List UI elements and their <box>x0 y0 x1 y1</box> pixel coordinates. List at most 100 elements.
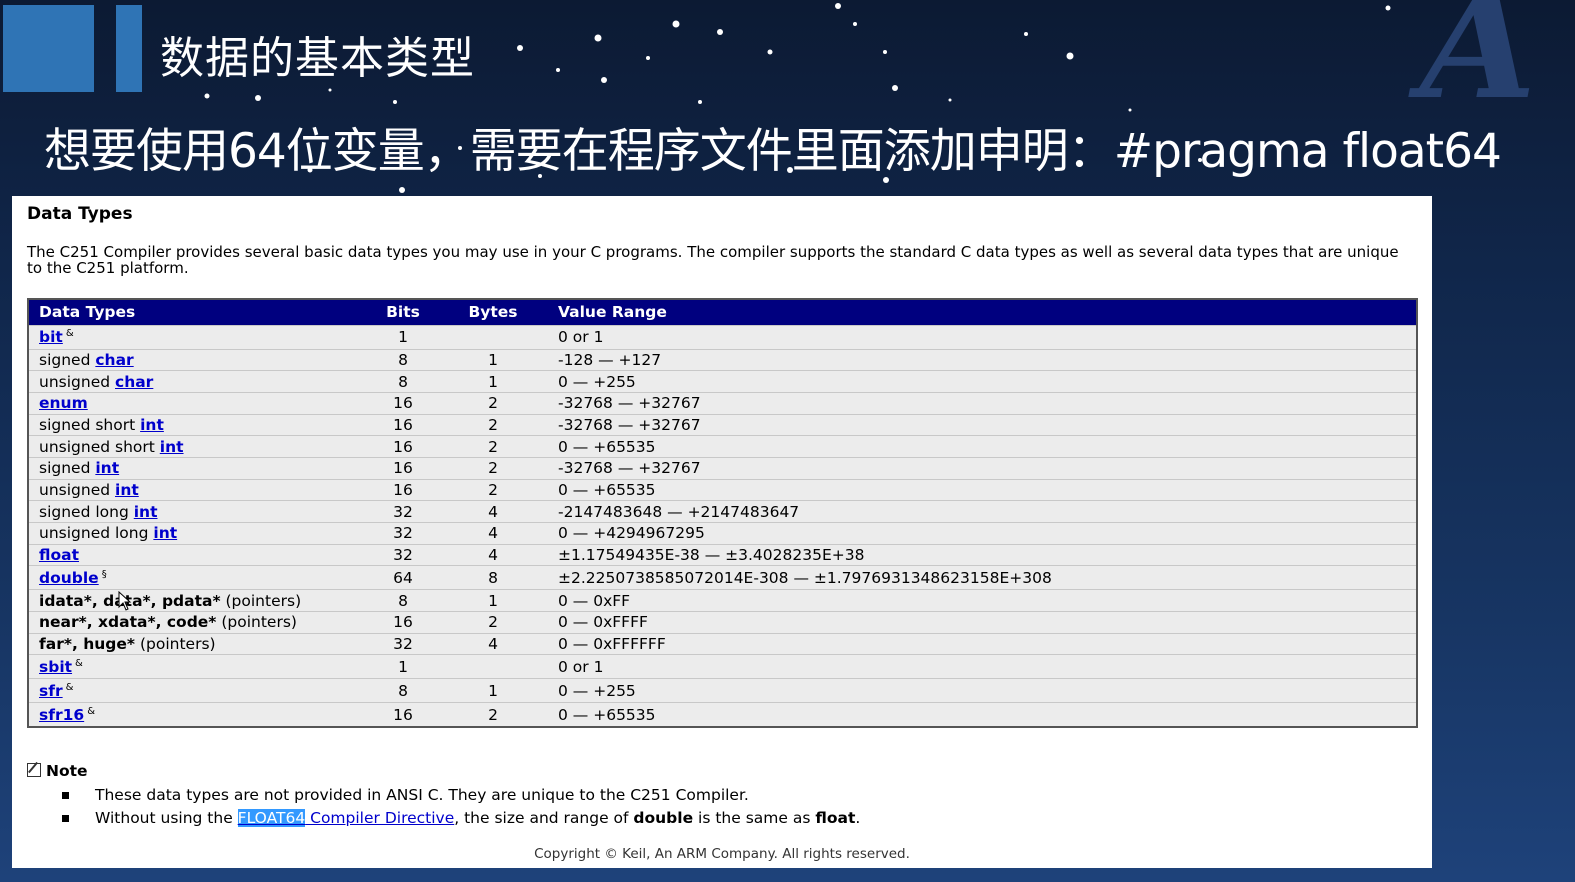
type-cell: signed short int <box>28 413 368 436</box>
type-link[interactable]: int <box>95 459 119 477</box>
column-header: Value Range <box>548 299 1417 325</box>
table-row: double § 64 8 ±2.2250738585072014E-308 — ±1.… <box>28 565 1417 590</box>
range-cell: -2147483648 — +2147483647 <box>548 500 1417 523</box>
keyword-float: float <box>815 809 856 827</box>
bytes-cell: 2 <box>438 456 548 480</box>
type-cell: idata*, data*, pdata* (pointers) <box>28 589 368 612</box>
table-row: signed char 8 1 -128 — +127 <box>28 348 1417 371</box>
bytes-cell: 4 <box>438 632 548 655</box>
type-suffix: (pointers) <box>216 613 297 632</box>
type-prefix: unsigned long <box>39 524 154 543</box>
type-prefix: signed long <box>39 502 134 521</box>
type-link[interactable]: char <box>115 373 153 391</box>
table-row: signed int 16 2 -32768 — +32767 <box>28 456 1417 480</box>
type-suffix: (pointers) <box>135 635 216 654</box>
type-cell: near*, xdata*, code* (pointers) <box>28 611 368 634</box>
type-cell: float <box>28 543 368 566</box>
footnote-marker: & <box>65 681 74 693</box>
type-link[interactable]: int <box>140 416 164 434</box>
bits-cell: 8 <box>368 589 438 612</box>
type-link[interactable]: double <box>39 569 99 587</box>
type-link[interactable]: int <box>134 503 158 521</box>
type-cell: signed char <box>28 348 368 371</box>
bytes-cell: 2 <box>438 413 548 436</box>
footnote-marker: & <box>75 657 83 669</box>
range-cell: 0 — +65535 <box>548 478 1417 501</box>
type-cell: unsigned long int <box>28 522 368 545</box>
bytes-cell: 4 <box>438 522 548 545</box>
slide-title: 数据的基本类型 <box>160 33 475 84</box>
range-cell: 0 — +255 <box>548 678 1417 703</box>
type-link[interactable]: int <box>153 524 177 542</box>
table-row: bit & 1 0 or 1 <box>28 324 1417 349</box>
bits-cell: 32 <box>368 522 438 545</box>
type-cell: enum <box>28 391 368 415</box>
type-link[interactable]: sbit <box>39 658 72 676</box>
type-link[interactable]: char <box>95 351 133 369</box>
table-row: sbit & 1 0 or 1 <box>28 654 1417 679</box>
bits-cell: 1 <box>368 654 438 679</box>
mouse-cursor-icon <box>118 591 132 611</box>
footnote-marker: § <box>101 568 107 580</box>
table-row: sfr & 8 1 0 — +255 <box>28 678 1417 703</box>
type-link[interactable]: bit <box>39 328 63 346</box>
note-item-text: , the size and range of <box>454 809 634 827</box>
footnote-marker: & <box>65 328 74 339</box>
bits-cell: 32 <box>368 543 438 566</box>
bytes-cell <box>438 654 548 679</box>
float64-directive-link[interactable]: FLOAT64 Compiler Directive <box>237 809 454 827</box>
note-item-text: . <box>855 809 861 827</box>
type-cell: sfr & <box>28 678 368 703</box>
slide-subtitle: 想要使用64位变量，需要在程序文件里面添加申明：#pragma float64 <box>44 124 1502 179</box>
footnote-marker: & <box>87 705 95 717</box>
type-cell: far*, huge* (pointers) <box>28 632 368 655</box>
note-item-text: Without using the <box>95 809 238 827</box>
note-label: Note <box>46 762 88 780</box>
note-pencil-icon <box>27 763 41 777</box>
range-cell: 0 or 1 <box>548 654 1417 679</box>
bits-cell: 8 <box>368 370 438 393</box>
type-link[interactable]: enum <box>39 394 88 412</box>
type-cell: sbit & <box>28 654 368 679</box>
type-cell: unsigned char <box>28 370 368 393</box>
type-link[interactable]: float <box>39 546 79 564</box>
bytes-cell: 8 <box>438 565 548 590</box>
type-keywords: far*, huge* <box>39 635 136 654</box>
copyright-footer: Copyright © Keil, An ARM Company. All ri… <box>534 846 910 862</box>
table-row: signed long int 32 4 -2147483648 — +2147483… <box>28 500 1417 523</box>
note-item-text: is the same as <box>693 809 816 827</box>
bytes-cell: 2 <box>438 611 548 634</box>
keyword-double: double <box>633 809 694 827</box>
bits-cell: 16 <box>368 435 438 458</box>
type-link[interactable]: sfr16 <box>39 706 84 724</box>
type-link[interactable]: int <box>160 438 184 456</box>
type-cell: signed long int <box>28 500 368 523</box>
bytes-cell <box>438 324 548 349</box>
type-prefix: signed short <box>39 415 141 434</box>
selected-link-text: FLOAT64 <box>237 809 306 827</box>
bits-cell: 16 <box>368 611 438 634</box>
table-row: signed short int 16 2 -32768 — +32767 <box>28 413 1417 436</box>
range-cell: 0 — +65535 <box>548 702 1417 727</box>
bytes-cell: 4 <box>438 500 548 523</box>
bits-cell: 16 <box>368 478 438 501</box>
table-row: float 32 4 ±1.17549435E-38 — ±3.4028235E+38 <box>28 543 1417 566</box>
accent-square-large <box>3 5 94 92</box>
bytes-cell: 2 <box>438 702 548 727</box>
table-row: sfr16 & 16 2 0 — +65535 <box>28 702 1417 727</box>
type-link[interactable]: sfr <box>39 682 63 700</box>
bits-cell: 16 <box>368 456 438 480</box>
table-header-row: Data Types Bits Bytes Value Range <box>28 299 1417 325</box>
type-cell: signed int <box>28 456 368 480</box>
bits-cell: 32 <box>368 500 438 523</box>
note-heading: Note <box>27 762 88 780</box>
doc-heading: Data Types <box>27 204 133 224</box>
bytes-cell: 2 <box>438 478 548 501</box>
type-link[interactable]: int <box>115 481 139 499</box>
bytes-cell: 2 <box>438 435 548 458</box>
range-cell: -128 — +127 <box>548 348 1417 371</box>
range-cell: 0 — +65535 <box>548 435 1417 458</box>
column-header: Bytes <box>438 299 548 325</box>
bits-cell: 8 <box>368 348 438 371</box>
bytes-cell: 2 <box>438 391 548 415</box>
